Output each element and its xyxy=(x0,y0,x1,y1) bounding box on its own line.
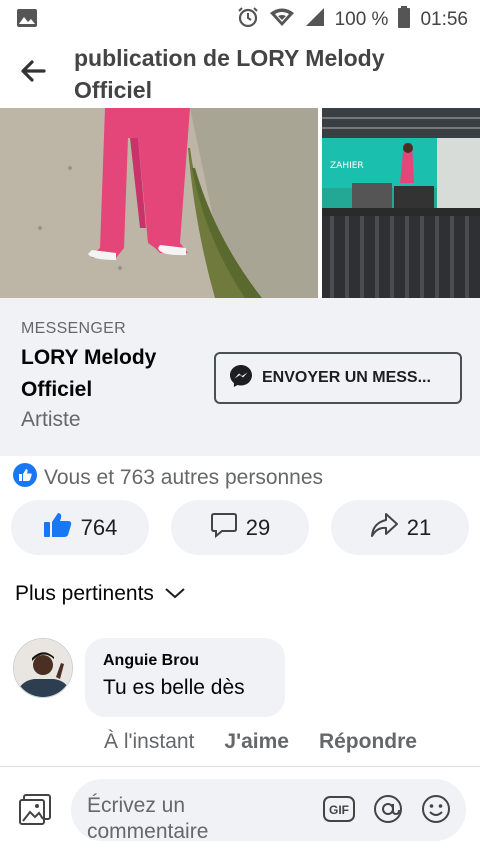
comment-input-placeholder: Écrivez un commentaire xyxy=(87,794,209,841)
image-icon xyxy=(16,8,38,33)
comment-count: 29 xyxy=(245,514,271,540)
reaction-summary-text: Vous et 763 autres personnes xyxy=(44,465,324,489)
app-header: publication de LORY Melody Officiel xyxy=(0,36,480,108)
share-button[interactable]: 21 xyxy=(331,500,469,555)
send-message-button[interactable]: ENVOYER UN MESS... xyxy=(214,352,462,404)
battery-text: 100 % xyxy=(334,9,389,30)
battery-icon xyxy=(398,6,411,34)
mention-icon[interactable] xyxy=(372,793,404,830)
post-photo-1[interactable] xyxy=(0,108,318,298)
page-name[interactable]: LORY Melody Officiel xyxy=(21,342,201,406)
comment-icon xyxy=(210,511,238,545)
page-category: Artiste xyxy=(21,408,81,431)
comment-button[interactable]: 29 xyxy=(171,500,309,555)
back-arrow-icon[interactable] xyxy=(18,56,52,90)
messenger-icon xyxy=(228,363,254,394)
comment-text: Tu es belle dès xyxy=(103,676,245,699)
gif-label: GIF xyxy=(329,803,349,817)
messenger-card: MESSENGER LORY Melody Officiel Artiste E… xyxy=(0,298,480,456)
gif-icon[interactable]: GIF xyxy=(322,795,356,828)
wifi-icon xyxy=(269,7,295,33)
share-icon xyxy=(369,511,399,545)
page-title: publication de LORY Melody Officiel xyxy=(74,45,385,103)
send-message-label: ENVOYER UN MESS... xyxy=(262,369,431,386)
post-photo-2[interactable]: ZAHIER xyxy=(322,108,480,298)
photo-attach-icon[interactable] xyxy=(18,791,54,827)
chevron-down-icon xyxy=(164,582,186,606)
comment-reply-button[interactable]: Répondre xyxy=(319,730,417,754)
alarm-icon xyxy=(237,6,259,34)
divider xyxy=(0,766,480,767)
comment-time: À l'instant xyxy=(104,730,195,753)
svg-text:ZAHIER: ZAHIER xyxy=(330,161,364,171)
clock-time: 01:56 xyxy=(420,9,468,30)
comment-actions: À l'instant J'aime Répondre xyxy=(104,730,417,754)
like-reaction-icon xyxy=(12,462,38,493)
post-photos: ZAHIER xyxy=(0,108,480,298)
messenger-label: MESSENGER xyxy=(21,320,126,337)
share-count: 21 xyxy=(406,514,432,540)
comment-author[interactable]: Anguie Brou xyxy=(103,652,267,670)
comment-bubble[interactable]: Anguie Brou Tu es belle dès xyxy=(85,638,285,717)
avatar[interactable] xyxy=(13,638,73,698)
status-bar: 100 % 01:56 xyxy=(0,0,480,36)
thumbs-up-icon xyxy=(43,511,73,545)
comment-sort-selector[interactable]: Plus pertinents xyxy=(15,582,186,606)
like-button[interactable]: 764 xyxy=(11,500,149,555)
emoji-icon[interactable] xyxy=(420,793,452,830)
reaction-summary[interactable]: Vous et 763 autres personnes xyxy=(12,462,323,493)
like-count: 764 xyxy=(80,514,118,540)
comment-like-button[interactable]: J'aime xyxy=(224,730,289,754)
sort-label: Plus pertinents xyxy=(15,582,154,605)
signal-icon xyxy=(305,7,325,33)
comment-input[interactable]: Écrivez un commentaire GIF xyxy=(71,779,466,841)
